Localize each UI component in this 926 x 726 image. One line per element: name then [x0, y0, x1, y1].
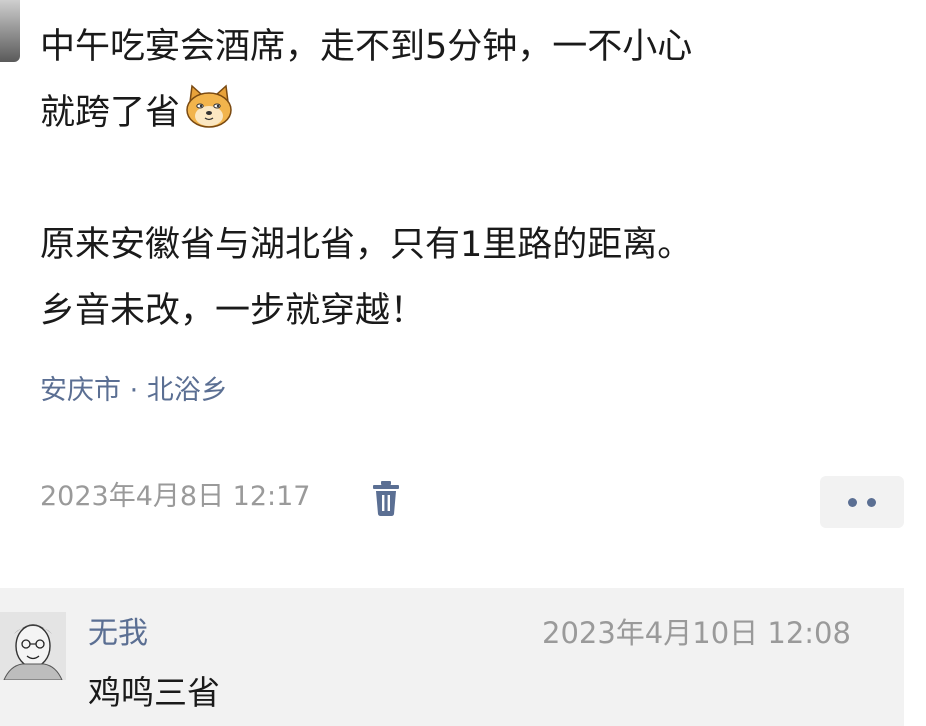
more-dots-icon	[848, 498, 857, 507]
comment-timestamp: 2023年4月10日 12:08	[542, 616, 851, 650]
commenter-avatar[interactable]	[0, 612, 66, 680]
location-link[interactable]: 安庆市 · 北浴乡	[40, 368, 228, 407]
poster-avatar[interactable]	[0, 0, 20, 62]
more-button[interactable]	[820, 476, 904, 528]
commenter-name[interactable]: 无我	[88, 608, 148, 652]
sketch-face-icon	[0, 612, 66, 680]
post-body: 中午吃宴会酒席，走不到5分钟，一不小心 就跨了省 原来安徽省与湖北省，只有1里路…	[40, 14, 910, 344]
post-line-1: 中午吃宴会酒席，走不到5分钟，一不小心	[40, 27, 693, 67]
comment-text: 鸡鸣三省	[88, 673, 220, 712]
comment-item: 无我 2023年4月10日 12:08 鸡鸣三省	[0, 588, 904, 726]
post-line-4: 乡音未改，一步就穿越！	[40, 291, 426, 331]
post-line-2: 就跨了省	[40, 93, 181, 133]
post-timestamp: 2023年4月8日 12:17	[40, 481, 311, 512]
more-dots-icon	[867, 498, 876, 507]
doge-emoji-icon	[186, 84, 232, 128]
post-line-3: 原来安徽省与湖北省，只有1里路的距离。	[40, 225, 693, 265]
trash-icon[interactable]	[370, 478, 402, 518]
